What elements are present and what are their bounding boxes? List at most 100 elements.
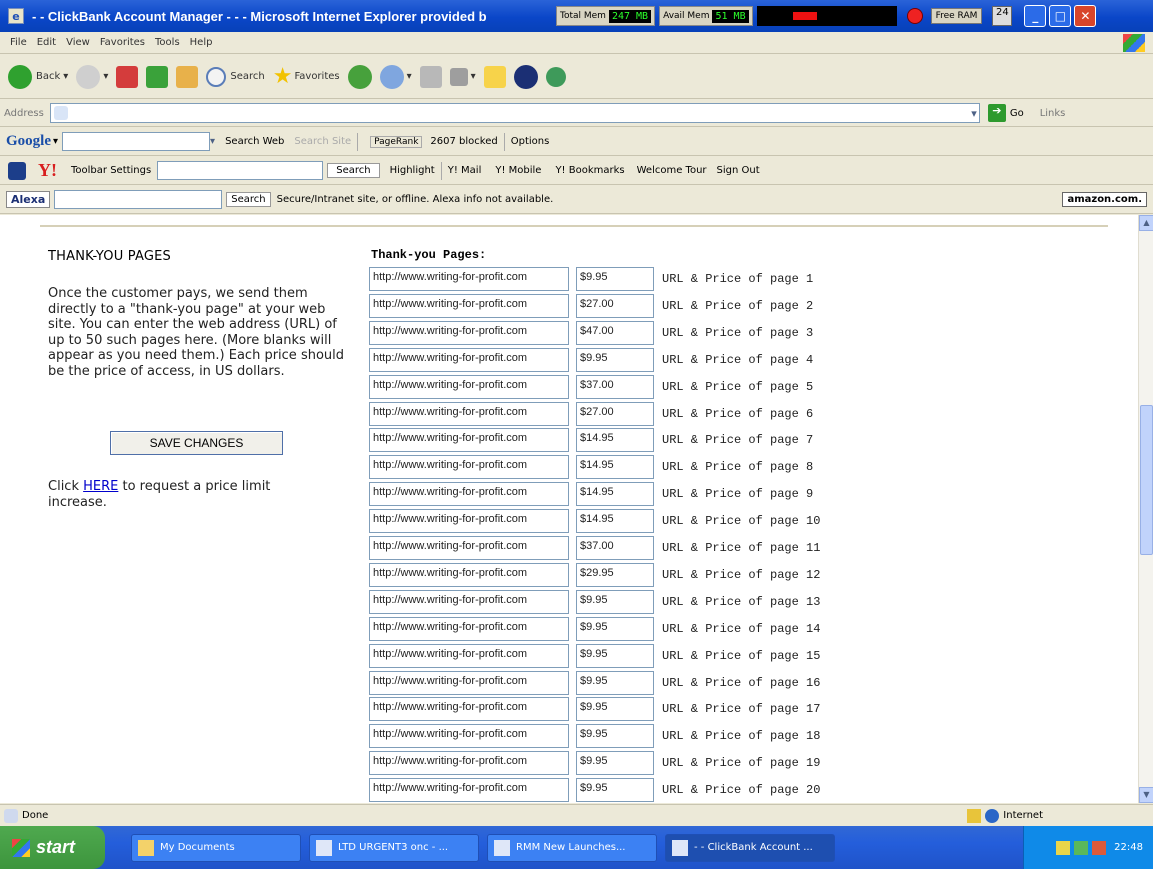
price-input[interactable]: $29.95 [576,562,654,587]
price-input[interactable]: $14.95 [576,509,654,534]
menu-file[interactable]: File [10,37,27,48]
back-button[interactable]: Back ▾ [8,64,68,89]
url-input[interactable]: http://www.writing-for-profit.com [369,751,569,776]
ybookmarks-button[interactable]: Y! Bookmarks [555,165,624,176]
notes-button[interactable] [483,65,506,88]
forward-button[interactable]: ▾ [76,64,108,89]
url-input[interactable]: http://www.writing-for-profit.com [369,589,569,614]
price-input[interactable]: $9.95 [576,697,654,722]
alexa-logo[interactable]: Alexa [6,191,51,208]
menu-view[interactable]: View [66,37,90,48]
task-clickbank[interactable]: - - ClickBank Account ... [665,833,835,862]
address-input[interactable]: ▾ [49,103,980,123]
yahoo-search-input[interactable] [157,161,324,180]
price-input[interactable]: $14.95 [576,482,654,507]
task-word-doc[interactable]: LTD URGENT3 onc - ... [309,833,479,862]
url-input[interactable]: http://www.writing-for-profit.com [369,697,569,722]
url-input[interactable]: http://www.writing-for-profit.com [369,670,569,695]
edit-button[interactable]: ▾ [449,67,476,86]
search-button[interactable]: Search [206,66,265,87]
yahoo-logo[interactable]: Y! [38,160,57,181]
url-input[interactable]: http://www.writing-for-profit.com [369,267,569,291]
toolbar-settings-button[interactable]: Toolbar Settings [71,165,151,176]
options-button[interactable]: Options [511,136,550,147]
price-input[interactable]: $9.95 [576,347,654,372]
print-button[interactable] [419,65,442,88]
here-link[interactable]: HERE [83,479,118,494]
close-button[interactable]: ✕ [1074,5,1097,27]
history-button[interactable] [347,64,372,89]
price-input[interactable]: $37.00 [576,374,654,399]
price-input[interactable]: $9.95 [576,778,654,803]
url-input[interactable]: http://www.writing-for-profit.com [369,374,569,399]
alexa-search-input[interactable] [54,190,223,209]
links-label[interactable]: Links [1040,108,1066,119]
toolbar-menu-icon[interactable] [8,161,26,180]
scroll-down-icon[interactable]: ▼ [1139,787,1153,803]
price-input[interactable]: $9.95 [576,670,654,695]
scroll-thumb[interactable] [1140,405,1153,555]
task-my-documents[interactable]: My Documents [131,833,301,862]
menu-edit[interactable]: Edit [37,37,56,48]
sign-out-button[interactable]: Sign Out [717,165,760,176]
url-input[interactable]: http://www.writing-for-profit.com [369,562,569,587]
dropdown-arrow-icon[interactable]: ▾ [971,107,977,120]
google-dropdown-icon[interactable]: ▾ [210,136,215,147]
ymobile-button[interactable]: Y! Mobile [495,165,541,176]
popup-blocked[interactable]: 2607 blocked [430,136,497,147]
refresh-button[interactable] [146,65,169,88]
mail-button[interactable]: ▾ [379,64,412,89]
url-input[interactable]: http://www.writing-for-profit.com [369,293,569,318]
url-input[interactable]: http://www.writing-for-profit.com [369,320,569,345]
search-web-button[interactable]: Search Web [225,136,284,147]
price-input[interactable]: $47.00 [576,320,654,345]
highlight-button[interactable]: Highlight [390,165,435,176]
url-input[interactable]: http://www.writing-for-profit.com [369,347,569,372]
url-input[interactable]: http://www.writing-for-profit.com [369,455,569,480]
price-input[interactable]: $9.95 [576,643,654,668]
yahoo-search-button[interactable]: Search [327,163,380,178]
url-input[interactable]: http://www.writing-for-profit.com [369,724,569,749]
google-search-input[interactable] [62,132,211,151]
url-input[interactable]: http://www.writing-for-profit.com [369,428,569,453]
start-button[interactable]: start [0,826,105,869]
tray-icon[interactable] [1074,840,1089,855]
tray-icon[interactable] [1056,840,1071,855]
search-site-button[interactable]: Search Site [294,136,351,147]
url-input[interactable]: http://www.writing-for-profit.com [369,536,569,560]
price-input[interactable]: $37.00 [576,536,654,560]
minimize-button[interactable]: _ [1024,5,1047,27]
home-button[interactable] [176,65,199,88]
menu-tools[interactable]: Tools [155,37,180,48]
task-rmm[interactable]: RMM New Launches... [487,833,657,862]
price-input[interactable]: $9.95 [576,267,654,291]
price-input[interactable]: $27.00 [576,293,654,318]
price-input[interactable]: $9.95 [576,724,654,749]
alexa-button[interactable] [513,64,538,89]
price-input[interactable]: $9.95 [576,751,654,776]
url-input[interactable]: http://www.writing-for-profit.com [369,616,569,641]
url-input[interactable]: http://www.writing-for-profit.com [369,643,569,668]
url-input[interactable]: http://www.writing-for-profit.com [369,401,569,426]
welcome-tour-button[interactable]: Welcome Tour [637,165,707,176]
tray-icon[interactable] [1092,840,1107,855]
stop-button[interactable] [116,65,139,88]
amazon-button[interactable]: amazon.com. [1062,192,1147,207]
record-icon[interactable] [906,8,923,24]
save-changes-button[interactable]: SAVE CHANGES [110,431,283,455]
free-ram-button[interactable]: Free RAM [930,8,983,24]
url-input[interactable]: http://www.writing-for-profit.com [369,509,569,534]
go-arrow-icon[interactable]: ➔ [987,104,1006,122]
alexa-search-button[interactable]: Search [226,192,271,207]
scroll-up-icon[interactable]: ▲ [1139,215,1153,231]
url-input[interactable]: http://www.writing-for-profit.com [369,482,569,507]
menu-favorites[interactable]: Favorites [100,37,145,48]
price-input[interactable]: $9.95 [576,589,654,614]
ymail-button[interactable]: Y! Mail [448,165,482,176]
vertical-scrollbar[interactable]: ▲ ▼ [1138,215,1153,803]
google-logo[interactable]: Google [6,133,51,150]
price-input[interactable]: $14.95 [576,455,654,480]
price-input[interactable]: $9.95 [576,616,654,641]
messenger-button[interactable] [545,66,566,87]
maximize-button[interactable]: □ [1049,5,1072,27]
